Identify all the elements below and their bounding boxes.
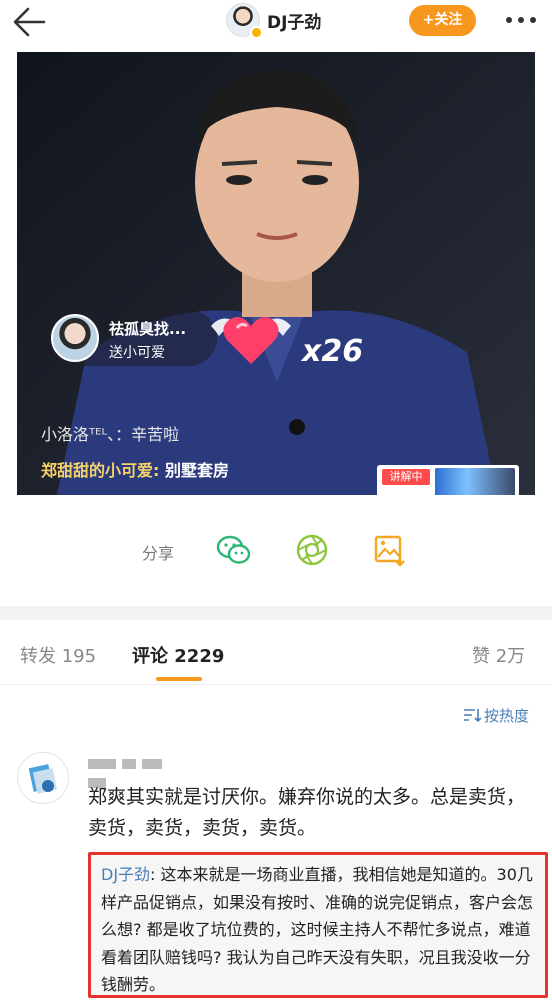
product-tag[interactable]: 讲解中 [377, 465, 519, 495]
tab-comments[interactable]: 评论 2229 [132, 642, 224, 668]
sort-button[interactable]: 按热度 [463, 705, 529, 726]
commenter-name-redacted [88, 754, 188, 788]
reply-body: : 这本来就是一场商业直播，我相信她是知道的。30几样产品促销点，如果没有按时、… [101, 865, 534, 994]
live-comment: 郑甜甜的小可爱: 别墅套房 [41, 457, 229, 481]
heart-wings-icon [211, 317, 291, 364]
product-tag-label: 讲解中 [382, 469, 430, 485]
sort-label: 按热度 [484, 707, 530, 725]
follow-button[interactable]: +关注 [409, 5, 476, 36]
live-video[interactable]: 祛孤臭找... 送小可爱 x26 小洛洛ᵀᴱᴸ、：辛苦啦 郑甜甜的小可爱: 别墅… [17, 52, 535, 495]
wechat-icon[interactable] [214, 530, 254, 570]
tab-likes[interactable]: 赞 2万 [472, 642, 525, 668]
avatar-image [28, 764, 58, 794]
divider [0, 684, 552, 685]
page-title: DJ子劲 [267, 13, 322, 33]
save-image-icon[interactable] [369, 530, 409, 570]
active-tab-indicator [156, 677, 202, 681]
live-comment: 小洛洛ᵀᴱᴸ、：辛苦啦 [41, 425, 180, 444]
gift-action: 送小可爱 [109, 345, 165, 361]
reply-username[interactable]: DJ子劲 [101, 865, 150, 884]
back-arrow-icon[interactable] [10, 4, 50, 40]
more-icon[interactable] [500, 6, 542, 34]
comment-text: 郑爽其实就是讨厌你。嫌弃你说的太多。总是卖货，卖货，卖货，卖货，卖货。 [88, 786, 526, 839]
live-comment-user: 郑甜甜的小可爱: [41, 461, 160, 480]
moments-icon[interactable] [292, 530, 332, 570]
sort-icon [464, 709, 482, 723]
gift-count: x26 [302, 334, 364, 369]
commenter-avatar[interactable] [17, 752, 69, 804]
gift-sender-name: 祛孤臭找... [109, 320, 187, 338]
author-reply[interactable]: DJ子劲: 这本来就是一场商业直播，我相信她是知道的。30几样产品促销点，如果没… [88, 852, 548, 998]
top-bar: DJ子劲 +关注 [0, 0, 552, 46]
gift-sender-avatar [51, 314, 99, 362]
verified-badge-icon [250, 26, 263, 39]
product-thumbnail [435, 468, 515, 495]
live-comment-text: 别墅套房 [164, 461, 229, 480]
tab-reposts[interactable]: 转发 195 [20, 642, 96, 668]
reply-text: DJ子劲: 这本来就是一场商业直播，我相信她是知道的。30几样产品促销点，如果没… [101, 861, 535, 999]
share-label: 分享 [142, 544, 175, 563]
section-divider [0, 606, 552, 620]
